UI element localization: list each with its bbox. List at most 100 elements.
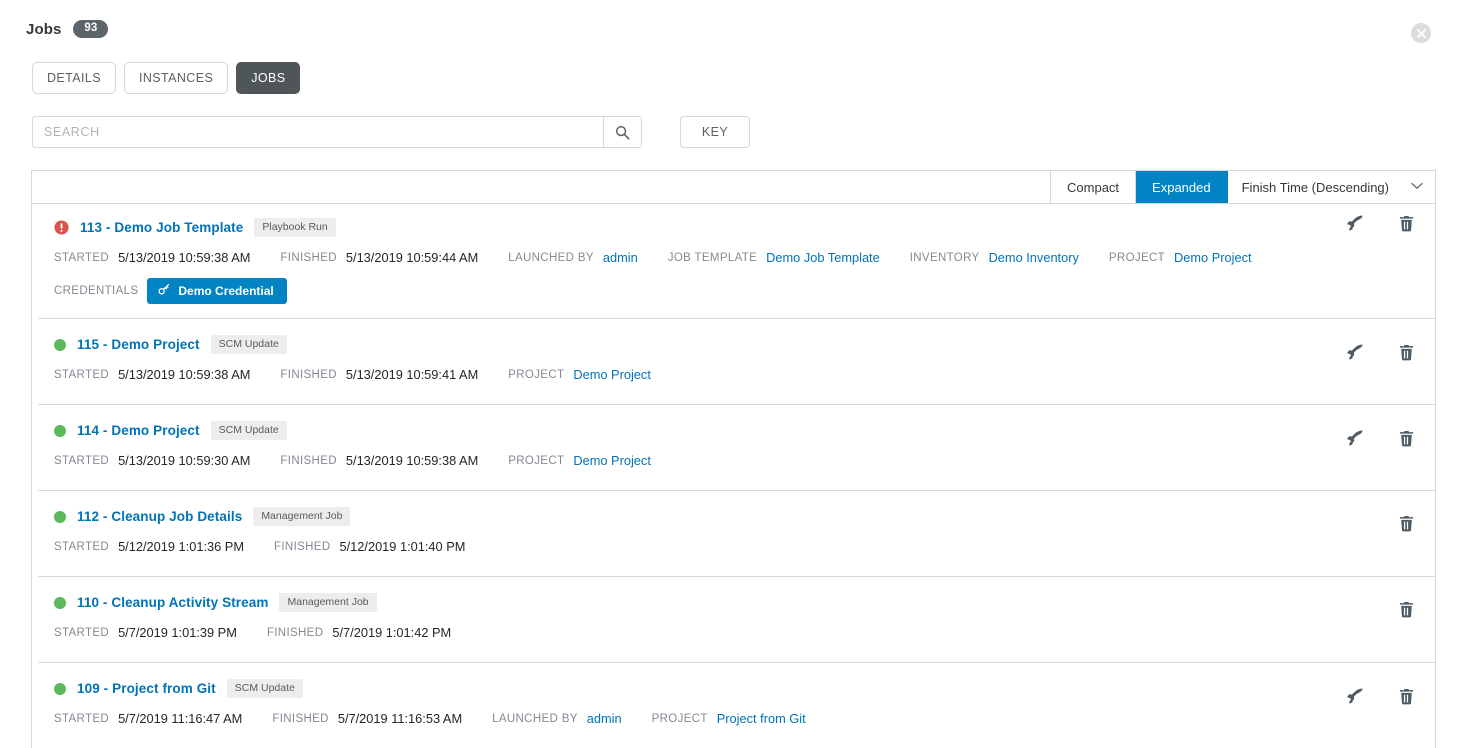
label-inventory: INVENTORY [910, 252, 980, 264]
table-row: 114 - Demo Project SCM Update STARTED 5/… [32, 405, 1435, 490]
row-title-line: 112 - Cleanup Job Details Management Job [54, 507, 1435, 526]
row-meta-line: STARTED 5/13/2019 10:59:38 AM FINISHED 5… [54, 367, 1435, 382]
trash-icon[interactable] [1398, 344, 1415, 361]
value-finished: 5/12/2019 1:01:40 PM [339, 539, 465, 554]
value-started: 5/7/2019 11:16:47 AM [118, 711, 242, 726]
row-meta-line: STARTED 5/13/2019 10:59:30 AM FINISHED 5… [54, 453, 1435, 468]
credential-name: Demo Credential [178, 284, 273, 298]
job-name-link[interactable]: 112 - Cleanup Job Details [77, 509, 242, 524]
job-name-link[interactable]: 113 - Demo Job Template [80, 220, 243, 235]
search-icon[interactable] [603, 117, 641, 147]
rocket-icon[interactable] [1346, 214, 1364, 232]
trash-icon[interactable] [1398, 430, 1415, 447]
rocket-icon[interactable] [1346, 343, 1364, 361]
tab-instances[interactable]: INSTANCES [124, 62, 228, 94]
job-name-link[interactable]: 114 - Demo Project [77, 423, 200, 438]
value-project[interactable]: Demo Project [1174, 250, 1252, 265]
trash-icon[interactable] [1398, 515, 1415, 532]
rocket-icon[interactable] [1346, 429, 1364, 447]
label-finished: FINISHED [272, 713, 328, 725]
rocket-icon[interactable] [1346, 687, 1364, 705]
chevron-down-icon [1411, 181, 1423, 193]
table-row: 113 - Demo Job Template Playbook Run STA… [32, 204, 1435, 318]
label-project: PROJECT [508, 455, 564, 467]
value-job-template[interactable]: Demo Job Template [766, 250, 880, 265]
label-job-template: JOB TEMPLATE [668, 252, 757, 264]
jobs-list: Compact Expanded Finish Time (Descending… [31, 170, 1436, 748]
row-meta-line: STARTED 5/13/2019 10:59:38 AM FINISHED 5… [54, 250, 1435, 265]
job-type-badge: Management Job [279, 593, 376, 612]
trash-icon[interactable] [1398, 215, 1415, 232]
value-started: 5/13/2019 10:59:30 AM [118, 453, 250, 468]
page-title: Jobs [26, 21, 61, 38]
value-project[interactable]: Demo Project [573, 453, 651, 468]
toolbar-spacer [32, 171, 1051, 203]
status-dot-icon [54, 597, 66, 609]
sort-dropdown[interactable]: Finish Time (Descending) [1228, 171, 1435, 203]
row-actions [1346, 429, 1415, 447]
value-project[interactable]: Demo Project [573, 367, 651, 382]
sort-dropdown-value: Finish Time (Descending) [1242, 180, 1389, 195]
row-title-line: 115 - Demo Project SCM Update [54, 335, 1435, 354]
table-row: 110 - Cleanup Activity Stream Management… [32, 577, 1435, 662]
value-started: 5/13/2019 10:59:38 AM [118, 250, 250, 265]
label-started: STARTED [54, 713, 109, 725]
tab-details[interactable]: DETAILS [32, 62, 116, 94]
label-credentials: CREDENTIALS [54, 285, 138, 297]
tab-bar: DETAILS INSTANCES JOBS [26, 62, 1458, 94]
job-name-link[interactable]: 109 - Project from Git [77, 681, 216, 696]
view-compact-button[interactable]: Compact [1051, 171, 1136, 203]
value-finished: 5/13/2019 10:59:41 AM [346, 367, 478, 382]
label-project: PROJECT [652, 713, 708, 725]
job-name-link[interactable]: 115 - Demo Project [77, 337, 200, 352]
value-inventory[interactable]: Demo Inventory [989, 250, 1079, 265]
row-meta-line: STARTED 5/7/2019 11:16:47 AM FINISHED 5/… [54, 711, 1435, 726]
value-launched-by[interactable]: admin [587, 711, 622, 726]
row-actions [1346, 214, 1415, 232]
value-launched-by[interactable]: admin [603, 250, 638, 265]
row-title-line: 110 - Cleanup Activity Stream Management… [54, 593, 1435, 612]
label-started: STARTED [54, 252, 109, 264]
label-finished: FINISHED [274, 541, 330, 553]
value-project[interactable]: Project from Git [717, 711, 806, 726]
label-started: STARTED [54, 627, 109, 639]
label-finished: FINISHED [280, 252, 336, 264]
status-dot-icon [54, 511, 66, 523]
job-type-badge: SCM Update [211, 421, 287, 440]
search-input[interactable] [33, 117, 603, 147]
value-started: 5/7/2019 1:01:39 PM [118, 625, 237, 640]
label-finished: FINISHED [280, 455, 336, 467]
job-name-link[interactable]: 110 - Cleanup Activity Stream [77, 595, 268, 610]
row-title-line: 109 - Project from Git SCM Update [54, 679, 1435, 698]
label-project: PROJECT [508, 369, 564, 381]
trash-icon[interactable] [1398, 688, 1415, 705]
status-dot-icon [54, 425, 66, 437]
row-meta-line: STARTED 5/12/2019 1:01:36 PM FINISHED 5/… [54, 539, 1435, 554]
key-button[interactable]: KEY [680, 116, 750, 148]
status-dot-icon [54, 339, 66, 351]
label-finished: FINISHED [267, 627, 323, 639]
row-actions [1398, 601, 1415, 618]
value-started: 5/13/2019 10:59:38 AM [118, 367, 250, 382]
row-actions [1346, 687, 1415, 705]
credential-badge[interactable]: Demo Credential [147, 278, 286, 304]
label-project: PROJECT [1109, 252, 1165, 264]
value-finished: 5/7/2019 1:01:42 PM [332, 625, 451, 640]
title-row: Jobs 93 [26, 18, 1458, 40]
list-toolbar: Compact Expanded Finish Time (Descending… [32, 171, 1435, 204]
value-finished: 5/13/2019 10:59:38 AM [346, 453, 478, 468]
tab-jobs[interactable]: JOBS [236, 62, 300, 94]
label-started: STARTED [54, 455, 109, 467]
row-title-line: 114 - Demo Project SCM Update [54, 421, 1435, 440]
jobs-count-badge: 93 [73, 20, 108, 38]
close-icon[interactable] [1411, 23, 1431, 43]
search-box [32, 116, 642, 148]
value-started: 5/12/2019 1:01:36 PM [118, 539, 244, 554]
error-exclamation-icon [54, 220, 69, 235]
view-expanded-button[interactable]: Expanded [1136, 171, 1228, 203]
label-launched-by: LAUNCHED BY [492, 713, 578, 725]
value-finished: 5/7/2019 11:16:53 AM [338, 711, 462, 726]
job-type-badge: SCM Update [227, 679, 303, 698]
table-row: 115 - Demo Project SCM Update STARTED 5/… [32, 319, 1435, 404]
trash-icon[interactable] [1398, 601, 1415, 618]
